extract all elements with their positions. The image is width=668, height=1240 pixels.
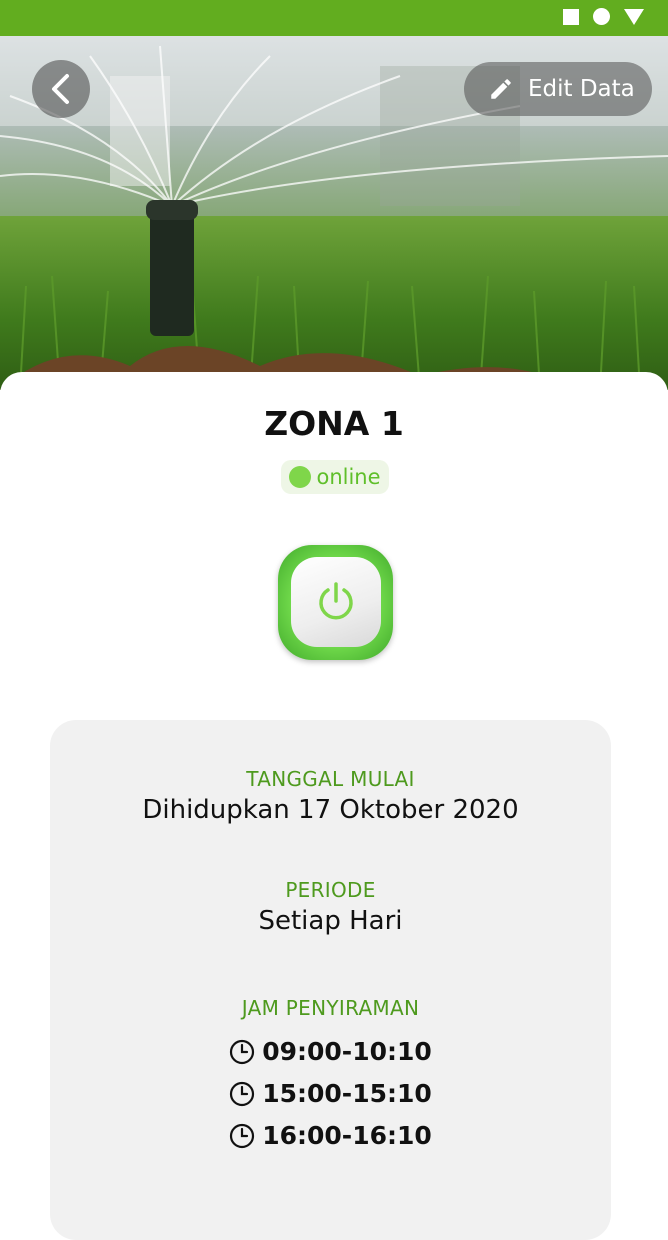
chevron-left-icon	[52, 74, 69, 104]
start-date-label: TANGGAL MULAI	[246, 767, 415, 791]
power-button[interactable]	[291, 557, 381, 647]
edit-data-label: Edit Data	[528, 76, 635, 102]
status-badge: online	[281, 460, 389, 494]
clock-icon	[229, 1039, 255, 1065]
square-icon	[563, 8, 579, 25]
pencil-icon	[488, 76, 514, 102]
circle-icon	[593, 8, 610, 25]
period-value: Setiap Hari	[258, 906, 403, 936]
edit-data-button[interactable]: Edit Data	[464, 62, 652, 116]
back-button[interactable]	[32, 60, 90, 118]
period-label: PERIODE	[285, 878, 376, 902]
clock-icon	[229, 1081, 255, 1107]
status-icons	[563, 8, 644, 25]
status-label: online	[316, 465, 381, 489]
zone-title: ZONA 1	[264, 404, 404, 443]
triangle-down-icon	[624, 8, 644, 25]
schedule-time-row: 09:00-10:10	[50, 1037, 611, 1066]
status-bar	[0, 0, 668, 36]
power-icon	[319, 582, 353, 620]
clock-icon	[229, 1123, 255, 1149]
schedule-time: 15:00-15:10	[262, 1079, 432, 1108]
schedule-time: 09:00-10:10	[262, 1037, 432, 1066]
schedule-time: 16:00-16:10	[262, 1121, 432, 1150]
schedule-time-row: 16:00-16:10	[50, 1121, 611, 1150]
schedule-time-row: 15:00-15:10	[50, 1079, 611, 1108]
schedule-label: JAM PENYIRAMAN	[241, 996, 420, 1020]
online-dot-icon	[289, 466, 312, 488]
start-date-value: Dihidupkan 17 Oktober 2020	[142, 795, 519, 825]
